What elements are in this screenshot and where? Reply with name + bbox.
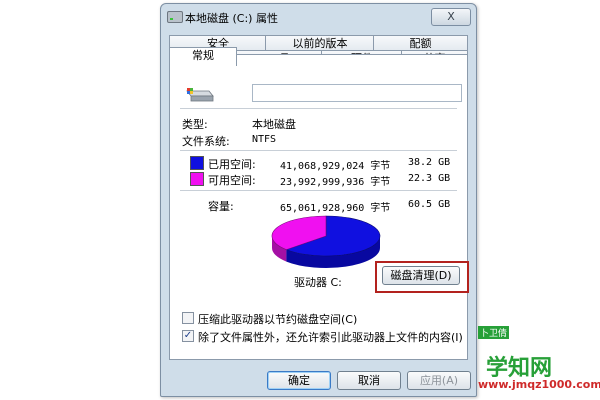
- capacity-bytes: 65,061,928,960 字节: [280, 203, 391, 214]
- compress-checkbox[interactable]: [182, 312, 194, 324]
- index-checkbox-label[interactable]: 除了文件属性外，还允许索引此驱动器上文件的内容(I): [198, 329, 463, 345]
- filesystem-label: 文件系统:: [182, 135, 230, 148]
- used-space-label: 已用空间:: [208, 158, 256, 171]
- separator: [180, 108, 457, 109]
- window-title: 本地磁盘 (C:) 属性: [185, 12, 278, 25]
- watermark-tag: 卜卫倩: [478, 326, 510, 339]
- type-value: 本地磁盘: [252, 118, 296, 131]
- properties-dialog: 本地磁盘 (C:) 属性 X 安全 以前的版本 配额 常规 工具 硬件 共享 类…: [160, 3, 477, 397]
- ok-button[interactable]: 确定: [267, 371, 331, 390]
- compress-checkbox-label[interactable]: 压缩此驱动器以节约磁盘空间(C): [198, 311, 357, 327]
- cancel-button[interactable]: 取消: [337, 371, 401, 390]
- drive-title-icon: [167, 11, 183, 23]
- apply-button[interactable]: 应用(A): [407, 371, 471, 390]
- free-space-label: 可用空间:: [208, 174, 256, 187]
- free-space-swatch: [190, 172, 204, 186]
- separator: [180, 150, 457, 151]
- separator: [180, 190, 457, 191]
- disk-cleanup-button[interactable]: 磁盘清理(D): [382, 266, 460, 285]
- capacity-size: 60.5 GB: [408, 199, 451, 210]
- used-space-bytes: 41,068,929,024 字节: [280, 161, 391, 172]
- disk-usage-pie-chart: [271, 215, 381, 268]
- watermark-url: www.jmqz1000.com: [478, 378, 600, 391]
- free-space-bytes: 23,992,999,936 字节: [280, 177, 391, 188]
- type-label: 类型:: [182, 118, 208, 131]
- used-space-swatch: [190, 156, 204, 170]
- capacity-label: 容量:: [208, 200, 234, 213]
- general-panel: 类型: 本地磁盘 文件系统: NTFS 已用空间: 41,068,929,024…: [169, 54, 469, 360]
- filesystem-value: NTFS: [252, 134, 277, 145]
- close-icon: X: [447, 10, 455, 23]
- drive-icon: [186, 88, 214, 102]
- drive-letter-label: 驱动器 C:: [294, 276, 342, 289]
- used-space-size: 38.2 GB: [408, 157, 451, 168]
- free-space-size: 22.3 GB: [408, 173, 451, 184]
- index-checkbox[interactable]: ✓: [182, 330, 194, 342]
- checkmark-icon: ✓: [183, 330, 193, 341]
- close-button[interactable]: X: [431, 8, 471, 26]
- tab-general[interactable]: 常规: [169, 47, 237, 66]
- volume-label-input[interactable]: [252, 84, 462, 102]
